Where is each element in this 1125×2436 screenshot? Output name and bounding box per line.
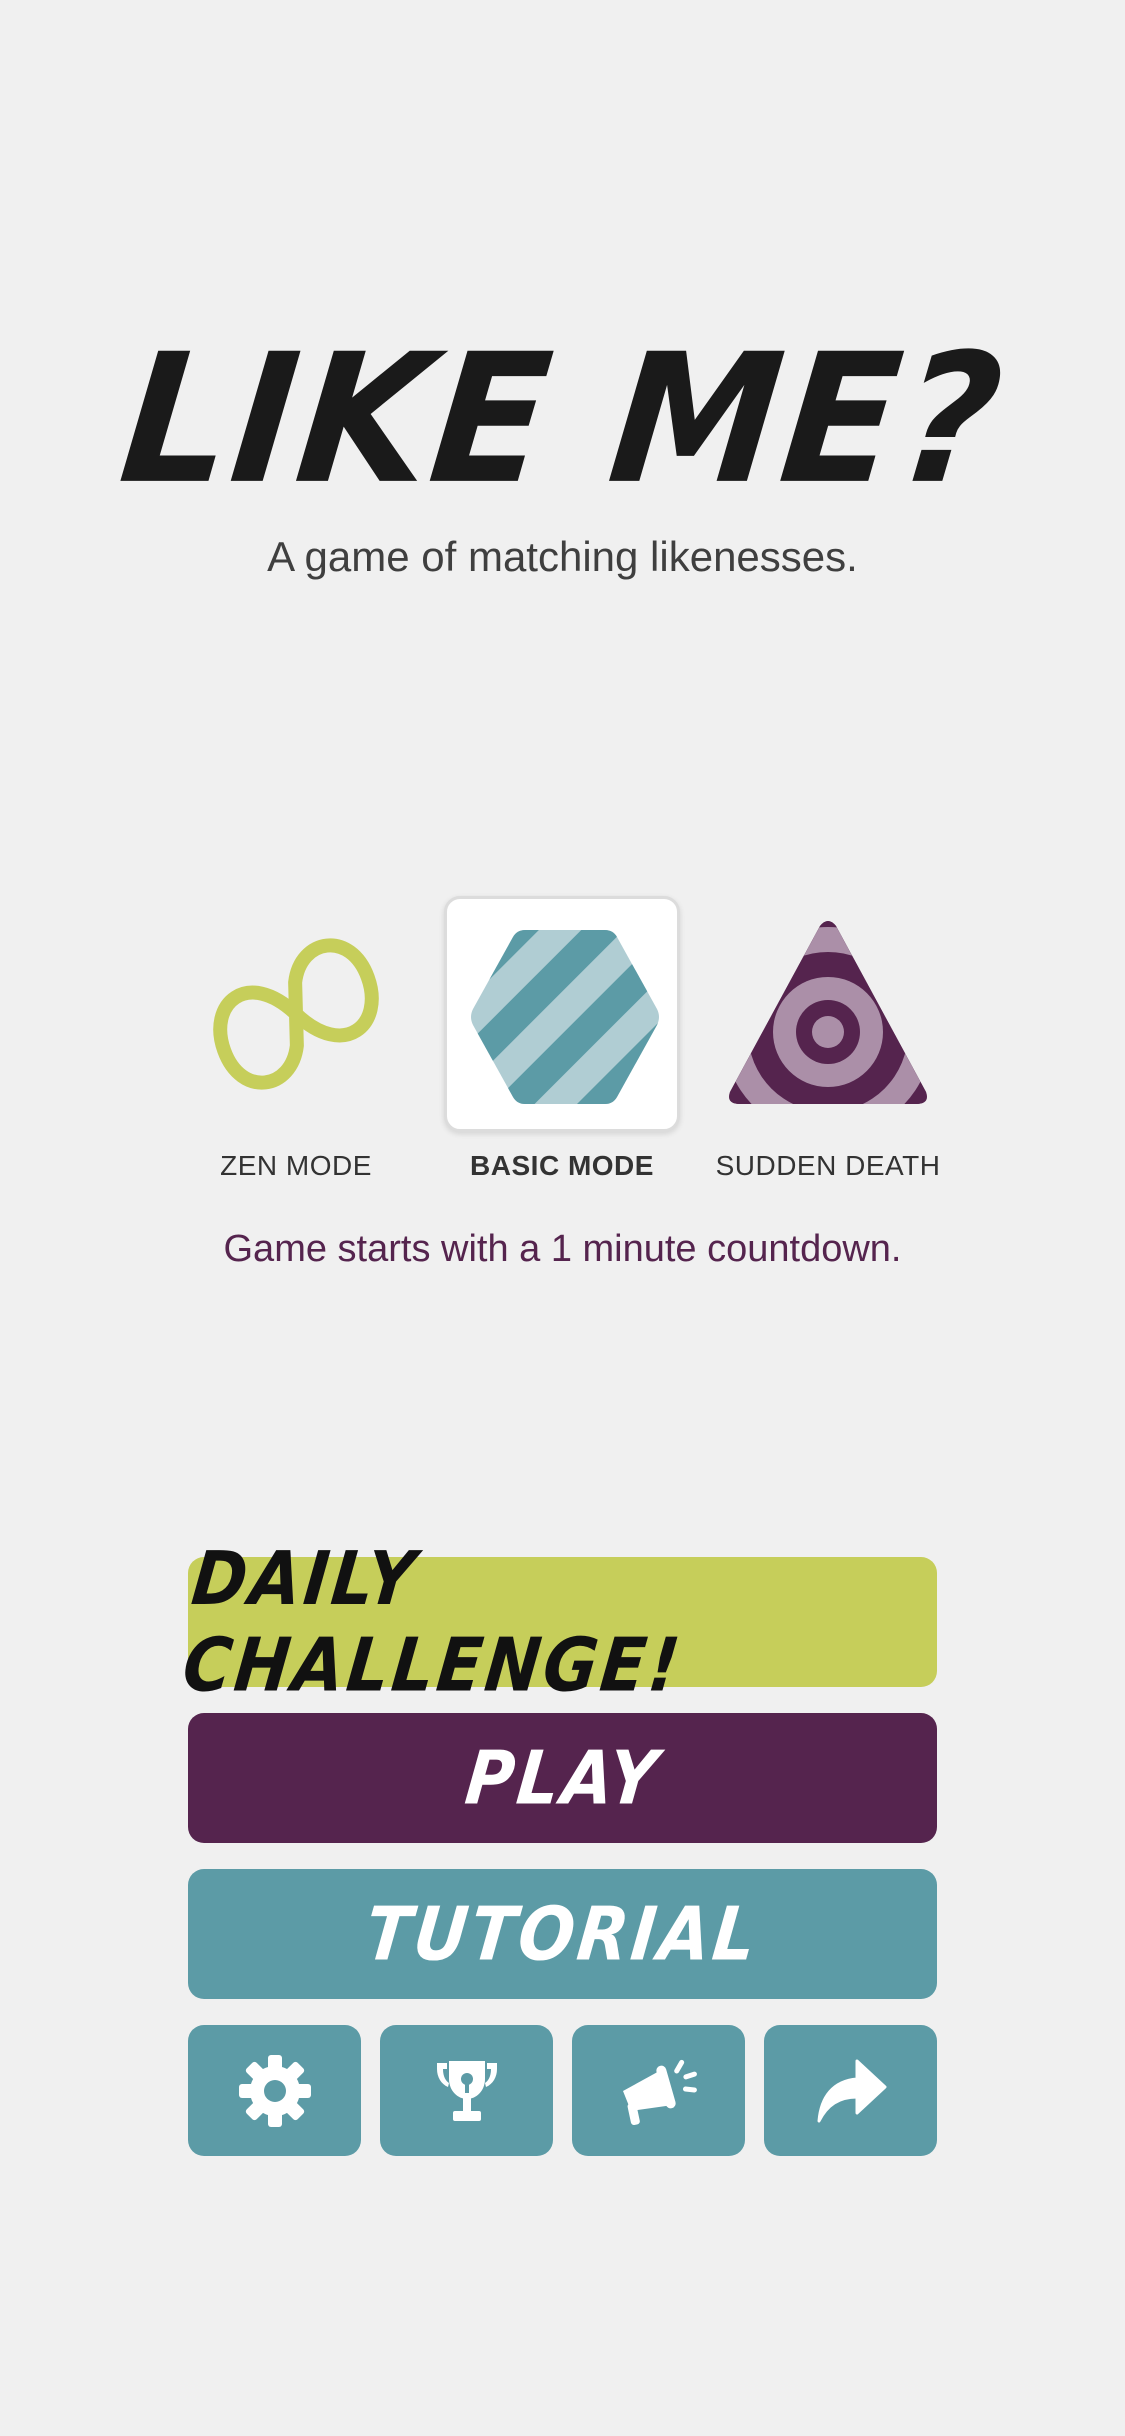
mode-basic-icon-box xyxy=(444,896,680,1132)
share-icon xyxy=(817,2059,886,2122)
share-button[interactable] xyxy=(764,2025,937,2156)
gear-icon xyxy=(238,2054,311,2127)
mode-sudden-death[interactable]: SUDDEN DEATH xyxy=(710,896,950,1196)
mode-description: Game starts with a 1 minute countdown. xyxy=(223,1228,902,1270)
megaphone-icon xyxy=(622,2059,697,2125)
infinity-icon xyxy=(213,938,379,1090)
play-label: PLAY xyxy=(461,1734,664,1822)
daily-challenge-label: DAILY CHALLENGE! xyxy=(178,1535,687,1709)
mode-selector: ZEN MODE BASIC MODE SUDDEN DEATH xyxy=(0,896,1125,1196)
target-triangle-icon xyxy=(729,921,927,1104)
leaderboard-button[interactable] xyxy=(380,2025,553,2156)
game-subtitle: A game of matching likenesses. xyxy=(267,533,858,580)
trophy-icon xyxy=(436,2060,497,2121)
mode-sudden-death-label: SUDDEN DEATH xyxy=(715,1150,941,1181)
play-button[interactable]: PLAY xyxy=(188,1713,937,1843)
mode-zen[interactable]: ZEN MODE xyxy=(178,896,418,1196)
tutorial-label: TUTORIAL xyxy=(361,1890,764,1978)
daily-challenge-button[interactable]: DAILY CHALLENGE! xyxy=(179,1536,937,1708)
mode-zen-icon-box xyxy=(178,896,414,1132)
mode-basic[interactable]: BASIC MODE xyxy=(444,896,684,1196)
mode-sudden-death-icon-box xyxy=(710,896,946,1132)
tutorial-button[interactable]: TUTORIAL xyxy=(188,1869,937,1999)
game-title: LIKE ME? xyxy=(112,316,1013,524)
announcements-button[interactable] xyxy=(572,2025,745,2156)
settings-button[interactable] xyxy=(188,2025,361,2156)
striped-hexagon-icon xyxy=(471,930,659,1104)
